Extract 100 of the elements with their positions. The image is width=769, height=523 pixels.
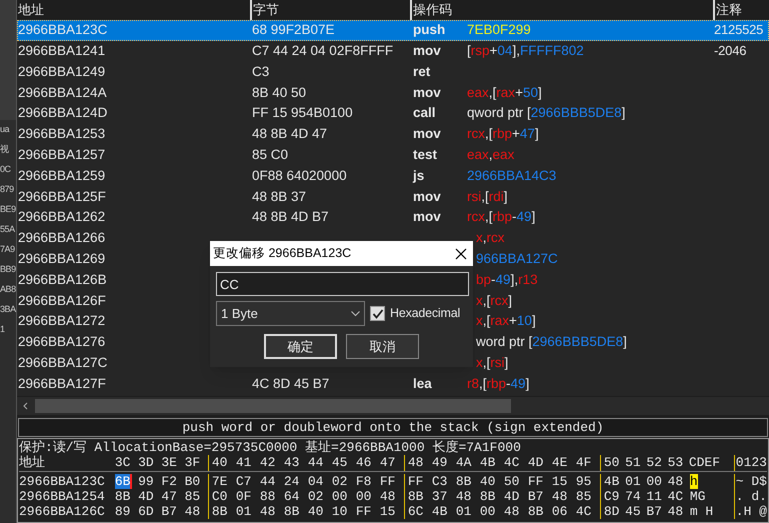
panel-text: AB8 (0, 283, 16, 296)
bytes-cell: FF 15 954B0100 (252, 105, 353, 120)
byte-cell[interactable]: FF (408, 474, 424, 489)
table-row[interactable]: 2966BBA123C 68 99F2B07E push 7EB0F299 2125525 (17, 20, 769, 41)
scrollbar-thumb[interactable] (35, 399, 511, 413)
byte-cell[interactable]: 00 (646, 474, 662, 489)
byte-cell[interactable]: FF (528, 474, 544, 489)
byte-cell[interactable]: 8B (284, 504, 300, 519)
byte-cell[interactable]: B0 (184, 474, 200, 489)
close-icon[interactable] (455, 248, 467, 260)
byte-cell[interactable]: B7 (161, 504, 177, 519)
byte-cell[interactable]: 01 (236, 504, 252, 519)
byte-cell[interactable]: 48 (456, 489, 472, 504)
bytes-cell: 4C 8D 45 B7 (252, 376, 330, 391)
byte-cell[interactable]: B7 (646, 504, 662, 519)
byte-cell[interactable]: 8B (528, 504, 544, 519)
byte-cell[interactable]: 02 (308, 489, 324, 504)
byte-cell[interactable]: 48 (504, 504, 520, 519)
byte-cell[interactable]: 8B (480, 489, 496, 504)
byte-cell[interactable]: 6B (114, 474, 132, 489)
byte-cell[interactable]: F8 (356, 474, 372, 489)
byte-cell[interactable]: 04 (308, 474, 324, 489)
byte-cell[interactable]: 85 (184, 489, 200, 504)
byte-cell[interactable]: 8B (212, 504, 228, 519)
byte-cell[interactable]: 40 (480, 474, 496, 489)
byte-cell[interactable]: 10 (332, 504, 348, 519)
byte-cell[interactable]: 64 (284, 489, 300, 504)
byte-cell[interactable]: 99 (138, 474, 154, 489)
column-label: 52 (646, 455, 662, 470)
byte-cell[interactable]: 4C (576, 504, 592, 519)
byte-cell[interactable]: 37 (432, 489, 448, 504)
byte-cell[interactable]: 4B (432, 504, 448, 519)
byte-cell[interactable]: 6D (138, 504, 154, 519)
byte-cell[interactable]: 48 (552, 489, 568, 504)
byte-cell[interactable]: 8B (408, 489, 424, 504)
byte-cell[interactable]: 8B (114, 489, 130, 504)
byte-cell[interactable]: 47 (161, 489, 177, 504)
byte-cell[interactable]: 06 (552, 504, 568, 519)
byte-cell[interactable]: 8B (456, 474, 472, 489)
byte-cell[interactable]: FF (356, 504, 372, 519)
byte-cell[interactable]: 95 (576, 474, 592, 489)
address-cell: 2966BBA124A (18, 84, 107, 100)
byte-cell[interactable]: 48 (668, 474, 684, 489)
byte-cell[interactable]: 0F (236, 489, 252, 504)
byte-cell[interactable]: 4C (668, 489, 684, 504)
byte-cell[interactable]: 48 (260, 504, 276, 519)
byte-cell[interactable]: FF (380, 474, 396, 489)
byte-cell[interactable]: 85 (576, 489, 592, 504)
value-input[interactable]: CC (216, 272, 469, 296)
byte-cell[interactable]: 00 (356, 489, 372, 504)
byte-cell[interactable]: 6C (408, 504, 424, 519)
hexadecimal-checkbox[interactable] (370, 306, 385, 321)
byte-cell[interactable]: 00 (332, 489, 348, 504)
byte-cell[interactable]: 48 (184, 504, 200, 519)
byte-cell[interactable]: 40 (308, 504, 324, 519)
instruction-description: push word or doubleword onto the stack (sign extended) (18, 418, 768, 436)
panel-text: BB9 (0, 263, 16, 276)
byte-cell[interactable]: 15 (380, 504, 396, 519)
byte-cell[interactable]: 4B (604, 474, 620, 489)
bytes-cell: 48 8B 37 (252, 188, 306, 204)
byte-cell[interactable]: 4D (138, 489, 154, 504)
address-cell: 2966BBA1276 (18, 334, 106, 350)
column-label: 4F (576, 455, 592, 470)
address-cell: 2966BBA1253 (18, 126, 106, 142)
operand-cell-text: r8,[rbp-49] (467, 374, 530, 393)
byte-cell[interactable]: F2 (161, 474, 177, 489)
byte-cell[interactable]: 7E (212, 474, 228, 489)
byte-cell[interactable]: 50 (504, 474, 520, 489)
byte-cell[interactable]: 88 (260, 489, 276, 504)
address-cell: 2966BBA1259 (18, 168, 106, 183)
byte-cell[interactable]: 48 (380, 489, 396, 504)
byte-cell[interactable]: 01 (625, 474, 641, 489)
byte-cell[interactable]: 11 (646, 489, 662, 504)
byte-cell[interactable]: 8D (604, 504, 620, 519)
size-dropdown[interactable]: 1 Byte (216, 301, 365, 326)
byte-cell[interactable]: 24 (284, 474, 300, 489)
address-cell: 2966BBA123C (19, 474, 105, 489)
byte-cell[interactable]: 74 (625, 489, 641, 504)
byte-cell[interactable]: C0 (212, 489, 228, 504)
byte-cell[interactable]: 01 (456, 504, 472, 519)
byte-cell[interactable]: C7 (236, 474, 252, 489)
byte-cell[interactable]: 00 (480, 504, 496, 519)
byte-cell[interactable]: C9 (604, 489, 620, 504)
column-label: 3D (138, 455, 154, 470)
byte-cell[interactable]: 89 (114, 504, 130, 519)
dialog-button[interactable]: 确定 (264, 334, 337, 359)
byte-cell[interactable]: 4D (504, 489, 520, 504)
column-label: 53 (668, 455, 684, 470)
bytes-cell: 85 C0 (252, 147, 288, 162)
byte-cell[interactable]: 48 (668, 504, 684, 519)
byte-cell[interactable]: 02 (332, 474, 348, 489)
byte-cell[interactable]: B7 (528, 489, 544, 504)
column-label: 42 (260, 455, 276, 470)
address-cell: 2966BBA1262 (18, 209, 106, 224)
column-label: 46 (356, 455, 372, 470)
byte-cell[interactable]: 44 (260, 474, 276, 489)
byte-cell[interactable]: 45 (625, 504, 641, 519)
dialog-button[interactable]: 取消 (346, 334, 419, 359)
byte-cell[interactable]: C3 (432, 474, 448, 489)
byte-cell[interactable]: 15 (552, 474, 568, 489)
